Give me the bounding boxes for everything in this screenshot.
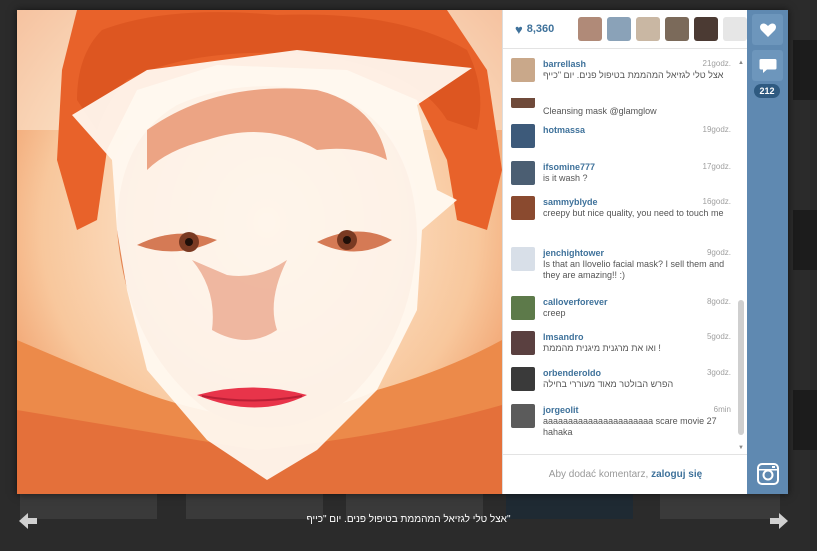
liker-avatar[interactable] [665, 17, 689, 41]
face-mask-photo [17, 10, 502, 494]
comment-username[interactable]: orbenderoldo [543, 368, 601, 378]
liker-avatar[interactable] [723, 17, 747, 41]
comment-text: is it wash ? [543, 173, 588, 183]
avatar[interactable] [511, 58, 535, 82]
heart-icon: ♥ [515, 21, 523, 37]
comment-time: 3godz. [706, 368, 731, 377]
comment: Cleansing mask @glamglow [511, 98, 731, 118]
background-thumbnail [793, 210, 817, 270]
likes-bar: ♥ 8,360 [503, 10, 748, 49]
comment-time: 16godz. [702, 197, 731, 206]
liker-avatar[interactable] [578, 17, 602, 41]
add-comment-bar: Aby dodać komentarz, zaloguj się [503, 454, 748, 494]
photo-modal: ♥ 8,360 barrellash 21godz. אצל טלי לגזיא… [17, 10, 788, 494]
comment-username[interactable]: jenchightower [543, 248, 604, 258]
avatar[interactable] [511, 404, 535, 428]
avatar[interactable] [511, 196, 535, 220]
comment-text: creepy but nice quality, you need to tou… [543, 208, 724, 218]
comment-time: 5godz. [706, 332, 731, 341]
avatar[interactable] [511, 331, 535, 355]
comment-time: 19godz. [702, 125, 731, 134]
scroll-down-arrow-icon[interactable]: ▼ [737, 445, 745, 451]
comments-scrollbar[interactable]: ▲ ▼ [737, 60, 745, 454]
comments-panel: ♥ 8,360 barrellash 21godz. אצל טלי לגזיא… [502, 10, 748, 494]
comment-time: 8godz. [706, 297, 731, 306]
avatar[interactable] [511, 247, 535, 271]
avatar[interactable] [511, 296, 535, 320]
avatar[interactable] [511, 161, 535, 185]
like-button[interactable] [752, 14, 783, 45]
comment-text: Cleansing mask @glamglow [543, 106, 657, 116]
instagram-icon [756, 462, 779, 485]
comment-button[interactable] [752, 50, 783, 81]
heart-icon [759, 23, 776, 37]
comments-list[interactable]: barrellash 21godz. אצל טלי לגזיאל המהממת… [503, 49, 748, 454]
background-thumbnail [793, 40, 817, 100]
comment-username[interactable]: sammyblyde [543, 197, 598, 207]
likers-list [578, 17, 747, 41]
scrollbar-thumb[interactable] [738, 300, 744, 435]
comment-text: aaaaaaaaaaaaaaaaaaaaaa scare movie 27 ha… [543, 416, 717, 437]
comment-username[interactable]: barrellash [543, 59, 586, 69]
action-bar: 212 [747, 10, 788, 494]
add-comment-prompt: Aby dodać komentarz, [548, 469, 649, 480]
avatar[interactable] [511, 98, 535, 108]
likes-count: 8,360 [526, 23, 555, 35]
scroll-up-arrow-icon[interactable]: ▲ [737, 60, 745, 66]
liker-avatar[interactable] [636, 17, 660, 41]
login-link[interactable]: zaloguj się [651, 469, 702, 480]
photo-caption: "אצל טלי לגזיאל המהממת בטיפול פנים. יום … [306, 514, 511, 525]
comment-text: אצל טלי לגזיאל המהממת בטיפול פנים. יום "… [543, 70, 724, 80]
comment-text: ! ואו את מרגנית מיגנית מהממת [543, 343, 661, 353]
comment-username[interactable]: ifsomine777 [543, 162, 595, 172]
comment-time: 6min [713, 405, 731, 414]
comment-time: 21godz. [702, 59, 731, 68]
comment-username[interactable]: jorgeolit [543, 405, 579, 415]
comment-username[interactable]: calloverforever [543, 297, 608, 307]
comment-text: creep [543, 308, 566, 318]
comment-username[interactable]: lmsandro [543, 332, 584, 342]
background-thumbnail [793, 390, 817, 450]
comment-count-badge: 212 [754, 84, 780, 98]
instagram-button[interactable] [752, 458, 783, 489]
avatar[interactable] [511, 367, 535, 391]
comment-time: 9godz. [706, 248, 731, 257]
comment-time: 17godz. [702, 162, 731, 171]
liker-avatar[interactable] [607, 17, 631, 41]
liker-avatar[interactable] [694, 17, 718, 41]
comment-text: Is that an Ilovelio facial mask? I sell … [543, 259, 725, 280]
comment-text: הפרש הבולטר מאוד מעוררי בחילה [543, 379, 674, 389]
avatar[interactable] [511, 124, 535, 148]
photo [17, 10, 502, 494]
comment-username[interactable]: hotmassa [543, 125, 585, 135]
speech-bubble-icon [759, 58, 776, 73]
